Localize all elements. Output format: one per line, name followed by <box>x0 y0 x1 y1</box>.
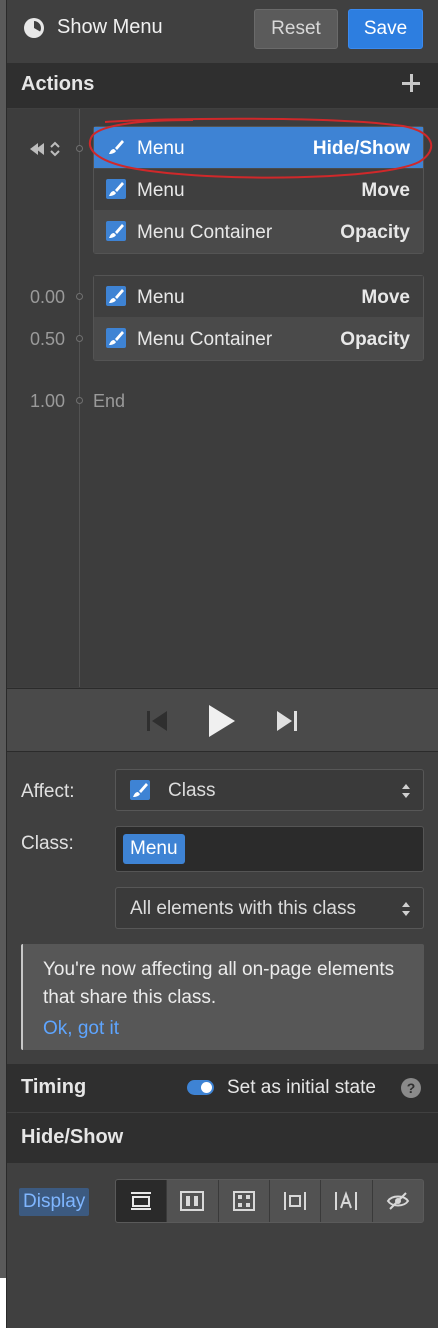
action-type: Move <box>361 287 410 308</box>
save-button[interactable]: Save <box>348 9 423 49</box>
timeline-dot <box>76 335 83 342</box>
display-flex-option[interactable] <box>167 1180 219 1222</box>
time-label: 1.00 <box>29 391 65 411</box>
play-icon[interactable] <box>207 703 237 739</box>
action-type: Opacity <box>340 222 410 243</box>
display-none-option[interactable] <box>373 1180 423 1222</box>
class-chip[interactable]: Menu <box>123 834 185 864</box>
notice-dismiss-link[interactable]: Ok, got it <box>43 1018 119 1040</box>
time-label: 0.50 <box>29 329 65 349</box>
action-type: Opacity <box>340 329 410 350</box>
display-label: Display <box>19 1188 90 1216</box>
timing-section-header: Timing Set as initial state ? <box>7 1064 438 1112</box>
clock-icon <box>24 18 44 38</box>
class-notice: You're now affecting all on-page element… <box>21 944 424 1050</box>
affect-label: Affect: <box>21 781 75 802</box>
actions-section-header: Actions <box>7 63 438 108</box>
brush-icon <box>106 286 126 306</box>
panel-header: Show Menu Reset Save <box>7 0 438 62</box>
reset-button[interactable]: Reset <box>254 9 338 49</box>
timeline-dot <box>76 145 83 152</box>
notice-text: You're now affecting all on-page element… <box>43 959 395 1008</box>
action-row-menu-container-opacity[interactable]: Menu Container Opacity <box>94 318 423 360</box>
updown-chevron-icon <box>402 902 410 916</box>
action-target: Menu <box>137 180 185 201</box>
brush-icon <box>109 140 124 154</box>
time-label: 0.00 <box>29 287 65 307</box>
page-title: Show Menu <box>57 16 163 38</box>
affect-value: Class <box>168 780 216 801</box>
display-inline-option[interactable] <box>321 1180 373 1222</box>
class-label: Class: <box>21 833 74 854</box>
initial-state-toggle[interactable] <box>187 1080 214 1095</box>
brush-icon <box>130 780 150 800</box>
toggle-knob <box>201 1082 212 1093</box>
timeline-controls[interactable] <box>29 139 69 159</box>
grid-icon <box>232 1191 255 1211</box>
skip-forward-icon[interactable] <box>275 709 299 733</box>
playback-controls <box>7 688 438 752</box>
plus-icon[interactable] <box>401 73 421 93</box>
hideshow-section-header: Hide/Show <box>7 1113 438 1163</box>
hideshow-title: Hide/Show <box>21 1126 124 1148</box>
flex-icon <box>180 1191 205 1211</box>
action-row-menu-move[interactable]: Menu Move <box>94 169 423 211</box>
action-type: Hide/Show <box>312 138 410 159</box>
skip-back-icon[interactable] <box>145 709 169 733</box>
initial-state-label: Set as initial state <box>227 1077 376 1098</box>
brush-icon <box>106 221 126 241</box>
inline-icon <box>335 1191 358 1210</box>
timeline-dot <box>76 397 83 404</box>
interaction-panel: Show Menu Reset Save Actions Menu Hide/S… <box>6 0 438 1328</box>
class-field[interactable]: Menu <box>115 826 424 872</box>
action-target: Menu Container <box>137 329 273 350</box>
display-grid-option[interactable] <box>219 1180 270 1222</box>
action-type: Move <box>361 180 410 201</box>
scope-select[interactable]: All elements with this class <box>115 887 424 929</box>
sort-icon <box>50 141 60 157</box>
action-target: Menu Container <box>137 222 273 243</box>
display-block-option[interactable] <box>116 1180 168 1222</box>
display-settings: Display <box>7 1164 438 1328</box>
action-group-timed: Menu Move Menu Container Opacity <box>93 275 424 361</box>
inline-block-icon <box>284 1192 307 1210</box>
actions-title: Actions <box>21 73 95 95</box>
brush-icon <box>106 179 126 199</box>
none-icon <box>386 1192 409 1210</box>
action-row-menu-hideshow[interactable]: Menu Hide/Show <box>94 127 423 169</box>
updown-chevron-icon <box>402 784 410 798</box>
action-target: Menu <box>137 287 185 308</box>
timeline-dot <box>76 293 83 300</box>
block-icon <box>131 1192 152 1210</box>
help-icon[interactable]: ? <box>401 1078 421 1098</box>
affect-select[interactable]: Class <box>115 769 424 811</box>
action-row-menu-container-opacity[interactable]: Menu Container Opacity <box>94 211 423 253</box>
actions-timeline: Menu Hide/Show Menu Move Menu Container … <box>7 109 438 687</box>
rewind-icon <box>30 143 44 155</box>
action-group-initial: Menu Hide/Show Menu Move Menu Container … <box>93 126 424 254</box>
action-target: Menu <box>137 138 185 159</box>
timing-title: Timing <box>21 1076 87 1098</box>
action-row-menu-move[interactable]: Menu Move <box>94 276 423 318</box>
display-segmented-control <box>115 1179 424 1223</box>
brush-icon <box>106 328 126 348</box>
scope-value: All elements with this class <box>130 898 356 919</box>
display-inline-block-option[interactable] <box>270 1180 322 1222</box>
end-label: End <box>93 391 126 411</box>
action-settings: Affect: Class Class: Menu All elements w… <box>7 753 438 1063</box>
